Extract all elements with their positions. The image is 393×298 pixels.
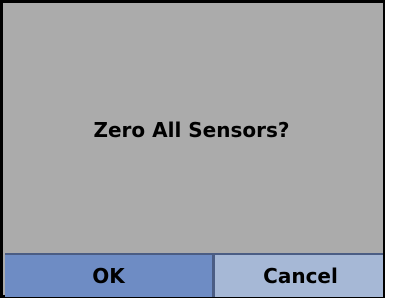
dialog-message: Zero All Sensors?: [93, 118, 290, 142]
dialog-button-row: OK Cancel: [5, 253, 386, 297]
ok-button[interactable]: OK: [5, 253, 214, 297]
window-edge: [385, 0, 393, 298]
confirm-dialog: Zero All Sensors? OK Cancel: [0, 0, 393, 298]
cancel-button[interactable]: Cancel: [214, 253, 386, 297]
